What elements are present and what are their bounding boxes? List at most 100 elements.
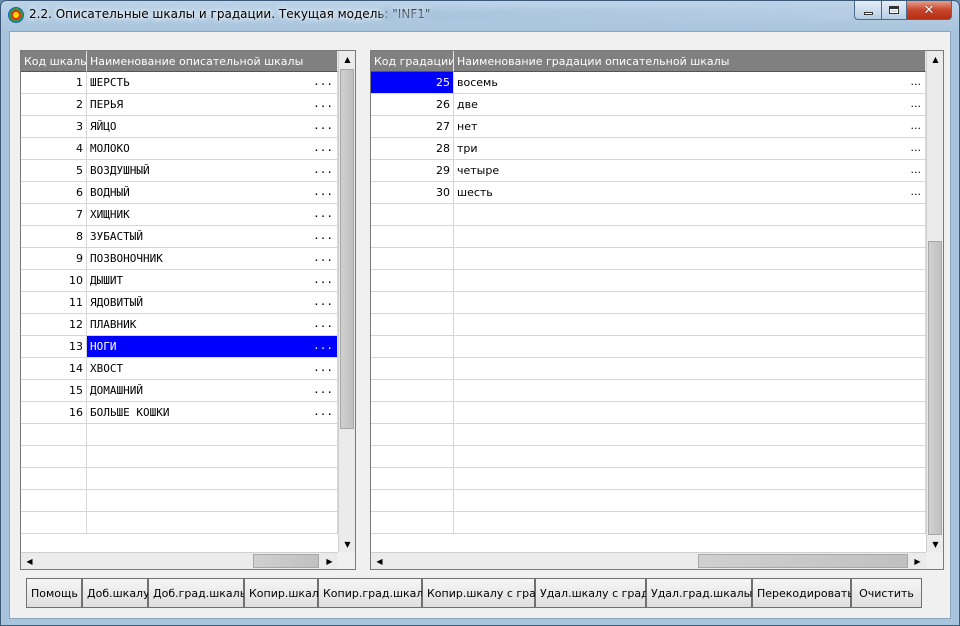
ellipsis-button[interactable]: ... [911, 119, 922, 132]
table-row[interactable]: 26 две... [371, 94, 926, 116]
row-name-cell[interactable] [454, 226, 926, 247]
row-code-cell[interactable] [371, 446, 454, 467]
copy-scale-with-gradations-button[interactable]: Копир.шкалу с град. [422, 578, 547, 608]
table-row[interactable] [371, 468, 926, 490]
table-row[interactable]: 16 БОЛЬШЕ КОШКИ... [21, 402, 338, 424]
header-gradation-code[interactable]: Код градации [371, 51, 454, 72]
gradations-horizontal-scrollbar[interactable]: ◀ ▶ [371, 552, 926, 569]
ellipsis-button[interactable]: ... [313, 75, 333, 88]
row-name-cell[interactable]: две... [454, 94, 926, 115]
title-bar[interactable]: 2.2. Описательные шкалы и градации. Теку… [1, 1, 959, 29]
row-code-cell[interactable]: 8 [21, 226, 87, 247]
table-row[interactable] [371, 270, 926, 292]
table-row[interactable] [371, 446, 926, 468]
table-row[interactable]: 10 ДЫШИТ... [21, 270, 338, 292]
table-row[interactable]: 15 ДОМАШНИЙ... [21, 380, 338, 402]
table-row[interactable] [371, 336, 926, 358]
table-row[interactable]: 9 ПОЗВОНОЧНИК... [21, 248, 338, 270]
add-scale-button[interactable]: Доб.шкалу [82, 578, 150, 608]
row-name-cell[interactable] [454, 336, 926, 357]
table-row[interactable]: 1 ШЕРСТЬ... [21, 72, 338, 94]
header-scale-code[interactable]: Код шкалы [21, 51, 87, 72]
row-name-cell[interactable] [454, 380, 926, 401]
row-code-cell[interactable] [21, 468, 87, 489]
row-code-cell[interactable] [21, 424, 87, 445]
row-code-cell[interactable]: 12 [21, 314, 87, 335]
row-code-cell[interactable] [371, 270, 454, 291]
row-code-cell[interactable]: 11 [21, 292, 87, 313]
table-row[interactable] [21, 490, 338, 512]
table-row[interactable]: 8 ЗУБАСТЫЙ... [21, 226, 338, 248]
maximize-button[interactable] [881, 1, 907, 20]
row-code-cell[interactable] [371, 424, 454, 445]
ellipsis-button[interactable]: ... [911, 75, 922, 88]
row-code-cell[interactable] [21, 446, 87, 467]
row-name-cell[interactable] [454, 292, 926, 313]
row-code-cell[interactable]: 10 [21, 270, 87, 291]
row-code-cell[interactable]: 25 [371, 72, 454, 93]
table-row[interactable]: 4 МОЛОКО... [21, 138, 338, 160]
scroll-down-icon[interactable]: ▼ [339, 536, 355, 553]
table-row[interactable] [371, 358, 926, 380]
row-code-cell[interactable]: 1 [21, 72, 87, 93]
table-row[interactable]: 3 ЯЙЦО... [21, 116, 338, 138]
row-name-cell[interactable]: четыре... [454, 160, 926, 181]
row-name-cell[interactable]: ЯДОВИТЫЙ... [87, 292, 338, 313]
table-row[interactable] [371, 424, 926, 446]
scales-hscroll-thumb[interactable] [253, 554, 319, 568]
table-row[interactable]: 25 восемь... [371, 72, 926, 94]
row-name-cell[interactable]: ВОЗДУШНЫЙ... [87, 160, 338, 181]
row-code-cell[interactable] [371, 490, 454, 511]
copy-gradation-button[interactable]: Копир.град.шкалы [318, 578, 432, 608]
scroll-up-icon[interactable]: ▲ [339, 51, 355, 68]
delete-scale-with-gradations-button[interactable]: Удал.шкалу с град. [535, 578, 652, 608]
row-code-cell[interactable]: 14 [21, 358, 87, 379]
ellipsis-button[interactable]: ... [313, 251, 333, 264]
row-name-cell[interactable]: ПОЗВОНОЧНИК... [87, 248, 338, 269]
table-row[interactable]: 13 НОГИ... [21, 336, 338, 358]
row-name-cell[interactable]: ШЕРСТЬ... [87, 72, 338, 93]
scroll-left-icon[interactable]: ◀ [21, 553, 38, 569]
ellipsis-button[interactable]: ... [911, 141, 922, 154]
add-gradation-button[interactable]: Доб.град.шкалы [148, 578, 248, 608]
row-code-cell[interactable]: 30 [371, 182, 454, 203]
row-name-cell[interactable]: МОЛОКО... [87, 138, 338, 159]
scroll-right-icon[interactable]: ▶ [321, 553, 338, 569]
ellipsis-button[interactable]: ... [313, 317, 333, 330]
row-name-cell[interactable]: ПЛАВНИК... [87, 314, 338, 335]
table-row[interactable] [21, 512, 338, 534]
table-row[interactable]: 2 ПЕРЬЯ... [21, 94, 338, 116]
row-name-cell[interactable] [454, 358, 926, 379]
scales-horizontal-scrollbar[interactable]: ◀ ▶ [21, 552, 338, 569]
row-name-cell[interactable] [454, 248, 926, 269]
row-name-cell[interactable]: три... [454, 138, 926, 159]
ellipsis-button[interactable]: ... [911, 185, 922, 198]
row-code-cell[interactable] [371, 226, 454, 247]
row-name-cell[interactable]: ЯЙЦО... [87, 116, 338, 137]
row-code-cell[interactable] [371, 336, 454, 357]
row-name-cell[interactable]: ДОМАШНИЙ... [87, 380, 338, 401]
table-row[interactable]: 11 ЯДОВИТЫЙ... [21, 292, 338, 314]
row-code-cell[interactable]: 26 [371, 94, 454, 115]
row-code-cell[interactable] [371, 248, 454, 269]
table-row[interactable] [371, 204, 926, 226]
recode-button[interactable]: Перекодировать [752, 578, 854, 608]
header-gradation-name[interactable]: Наименование градации описательной шкалы [454, 51, 926, 72]
table-row[interactable] [371, 380, 926, 402]
row-name-cell[interactable] [87, 490, 338, 511]
row-name-cell[interactable]: ХВОСТ... [87, 358, 338, 379]
row-name-cell[interactable]: ВОДНЫЙ... [87, 182, 338, 203]
ellipsis-button[interactable]: ... [313, 229, 333, 242]
row-code-cell[interactable] [371, 204, 454, 225]
scales-vertical-scrollbar[interactable]: ▲ ▼ [338, 51, 355, 553]
row-code-cell[interactable] [371, 468, 454, 489]
ellipsis-button[interactable]: ... [313, 141, 333, 154]
ellipsis-button[interactable]: ... [313, 97, 333, 110]
table-row[interactable] [371, 226, 926, 248]
table-row[interactable]: 28 три... [371, 138, 926, 160]
ellipsis-button[interactable]: ... [313, 383, 333, 396]
row-name-cell[interactable] [87, 424, 338, 445]
ellipsis-button[interactable]: ... [313, 163, 333, 176]
help-button[interactable]: Помощь [26, 578, 82, 608]
row-name-cell[interactable]: БОЛЬШЕ КОШКИ... [87, 402, 338, 423]
